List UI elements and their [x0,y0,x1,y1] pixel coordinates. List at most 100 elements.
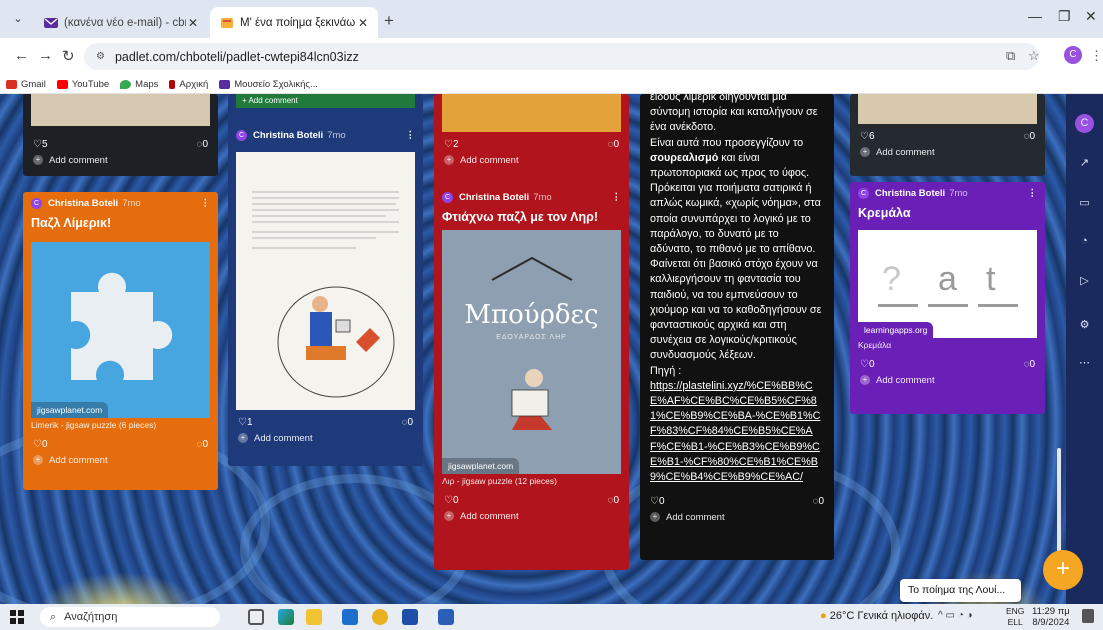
close-icon[interactable]: ✕ [186,16,200,30]
like-count[interactable]: ♡1 [238,417,253,428]
add-comment-button[interactable]: + Add comment [236,94,415,108]
bookmark-home[interactable]: Αρχική [169,79,208,90]
like-count[interactable]: ♡0 [444,495,459,506]
like-count[interactable]: ♡0 [33,439,48,450]
forward-icon[interactable]: → [38,47,53,64]
add-comment-button[interactable]: + Add comment [434,508,629,524]
link-source[interactable]: learningapps.org [858,322,934,338]
add-comment-button[interactable]: + Add comment [640,509,834,525]
url-text: padlet.com/chboteli/padlet-cwtepi84lcn03… [114,49,359,64]
add-comment-button[interactable]: + Add comment [850,372,1045,388]
padlet-board[interactable]: ♡5 ◌0 + Add comment C Christina Boteli 7m… [0,94,1103,604]
plus-icon: + [33,155,43,165]
post-menu-icon[interactable]: ⋮ [201,198,211,209]
widgets-icon[interactable] [278,609,294,625]
task-view-icon[interactable] [248,609,264,625]
comment-count[interactable]: ◌0 [607,139,619,150]
add-comment-button[interactable]: + Add comment [23,152,218,168]
comment-count[interactable]: ◌0 [812,496,824,507]
post-card[interactable]: C Christina Boteli 7mo ⋮ Παζλ Λίμερικ! j… [23,192,218,490]
add-comment-button[interactable]: + Add comment [23,452,218,468]
minimize-icon[interactable]: — [1028,8,1042,24]
close-window-icon[interactable]: ✕ [1085,8,1097,25]
comment-count[interactable]: ◌0 [196,139,208,150]
chrome-icon[interactable] [372,609,388,625]
comment-count[interactable]: ◌0 [1023,359,1035,370]
bookmark-maps[interactable]: Maps [120,79,158,90]
source-link[interactable]: https://plastelini.xyz/%CE%BB%CE%AF%CE%B… [650,380,820,483]
menu-kebab-icon[interactable]: ⋮ [1090,48,1103,64]
app-icon[interactable] [402,609,418,625]
puzzle-image[interactable]: jigsawplanet.com [31,242,210,418]
like-count[interactable]: ♡0 [650,496,665,507]
comment-count[interactable]: ◌0 [401,417,413,428]
like-count[interactable]: ♡2 [444,139,459,150]
like-count[interactable]: ♡6 [860,131,875,142]
post-author: Christina Boteli [253,129,324,141]
post-card[interactable]: ♡5 ◌0 + Add comment [23,94,218,176]
post-menu-icon[interactable]: ⋮ [406,130,416,141]
reload-icon[interactable]: ↻ [62,47,75,65]
word-icon[interactable] [438,609,454,625]
site-info-icon[interactable]: ⚙ [96,51,105,62]
taskbar-search[interactable]: ⌕ Αναζήτηση [40,607,220,627]
play-icon[interactable]: ▷ [1075,272,1094,291]
mail-app-icon[interactable] [342,609,358,625]
like-count[interactable]: ♡5 [33,139,48,150]
bookmark-gmail[interactable]: Gmail [6,79,46,90]
clock[interactable]: 11:29 πμ 8/9/2024 [1032,606,1070,628]
post-card[interactable]: ♡6 ◌0 + Add comment [850,94,1045,176]
bookmark-youtube[interactable]: YouTube [56,79,109,90]
profile-icon[interactable]: C [1075,114,1094,133]
bookmark-star-icon[interactable]: ☆ [1028,48,1040,64]
tab-padlet[interactable]: Μ' ένα ποίημα ξεκινάω και τον... ✕ [210,7,378,38]
add-post-button[interactable]: + [1043,550,1083,590]
bell-icon[interactable]: ◔ [1075,232,1094,251]
address-bar[interactable]: ⚙ padlet.com/chboteli/padlet-cwtepi84lcn… [84,43,1039,70]
comment-count[interactable]: ◌0 [607,495,619,506]
post-title: Φτιάχνω παζλ με τον Ληρ! [442,210,599,224]
post-author: Christina Boteli [875,187,946,199]
post-card[interactable]: ♡2 ◌0 + Add comment C Christina Boteli 7m… [434,94,629,570]
post-card[interactable]: είδους λίμερικ διηγούνται μια σύντομη ισ… [640,94,834,560]
post-card[interactable]: + Add comment C Christina Boteli 7mo ⋮ ♡… [228,94,423,466]
tooltip: Το ποίημα της Λουί... [900,579,1021,602]
back-icon[interactable]: ← [14,47,29,64]
comment-count[interactable]: ◌0 [1023,131,1035,142]
weather-widget[interactable]: ● 26°C Γενικά ηλιοφάν. [820,610,933,622]
post-image [442,94,621,132]
maximize-icon[interactable]: ❐ [1058,8,1071,25]
add-comment-button[interactable]: + Add comment [434,152,629,168]
post-image [31,94,210,126]
post-menu-icon[interactable]: ⋮ [612,192,622,203]
windows-start-icon[interactable] [10,610,24,624]
close-icon[interactable]: ✕ [356,16,370,30]
link-source[interactable]: jigsawplanet.com [442,458,520,474]
post-menu-icon[interactable]: ⋮ [1028,188,1038,199]
language-indicator[interactable]: ENG ELL [1006,606,1024,628]
tab-gmail[interactable]: (κανένα νέο e-mail) - cbnip@y... ✕ [34,7,208,38]
post-age: 7mo [533,191,552,203]
more-icon[interactable]: ⋯ [1075,354,1094,373]
file-explorer-icon[interactable] [306,609,322,625]
plus-icon: + [860,147,870,157]
profile-avatar[interactable]: C [1064,46,1082,64]
notifications-icon[interactable] [1082,609,1094,623]
hangman-image[interactable]: ? a t learningapps.org [858,230,1037,338]
book-cover-image[interactable]: Μπούρδες ΕΔΟΥΑΡΔΟΣ ΛΗΡ jigsawplanet.com [442,230,621,474]
link-source[interactable]: jigsawplanet.com [31,402,109,418]
tab-search-chevron-icon[interactable]: ⌄ [8,9,28,29]
comment-count[interactable]: ◌0 [196,439,208,450]
post-card[interactable]: C Christina Boteli 7mo ⋮ Κρεμάλα ? a t l… [850,182,1045,414]
install-app-icon[interactable]: ⧉ [1006,48,1015,64]
new-tab-button[interactable]: + [384,11,394,31]
add-comment-button[interactable]: + Add comment [228,430,423,446]
share-icon[interactable]: ↗ [1075,154,1094,173]
system-tray[interactable]: ^ ▭ ◔ ◑ [938,610,973,621]
add-comment-button[interactable]: + Add comment [850,144,1045,160]
bookmark-museum[interactable]: Μουσείο Σχολικής... [219,79,318,90]
slideshow-icon[interactable]: ▭ [1075,194,1094,213]
like-count[interactable]: ♡0 [860,359,875,370]
drawing-image[interactable] [236,152,415,410]
gear-icon[interactable]: ⚙ [1075,316,1094,335]
